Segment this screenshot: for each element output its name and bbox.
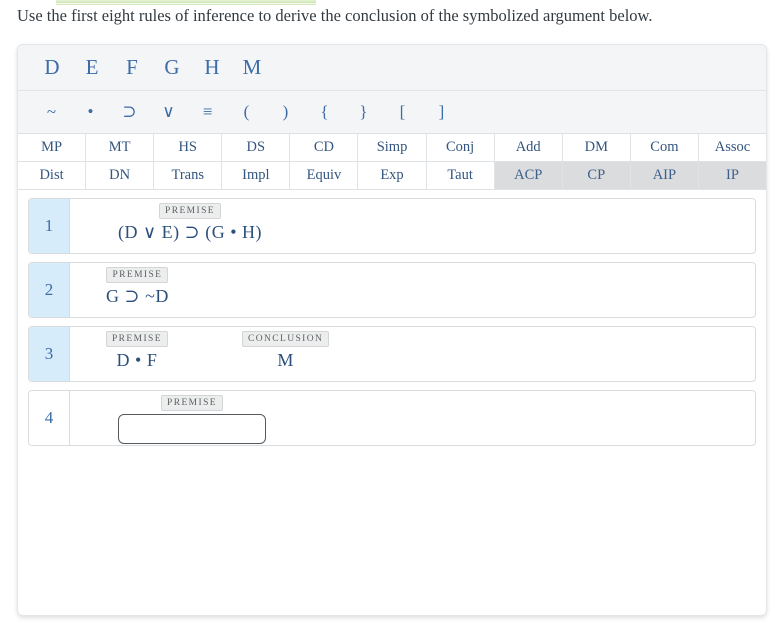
proof-lines-area: 1 PREMISE (D ∨ E) ⊃ (G • H) 2 PREMISE G ⊃ ~D 3… — [18, 190, 766, 464]
symbol-button-wedge-disjunction[interactable]: ∨ — [149, 102, 188, 122]
proof-line-number: 2 — [29, 263, 70, 317]
rule-button-exp[interactable]: Exp — [358, 162, 427, 189]
rule-button-ip: IP — [698, 162, 766, 189]
variables-toolbar: DEFGHM — [18, 45, 766, 91]
proof-slot: CONCLUSION M — [242, 331, 330, 371]
symbol-button-right-bracket[interactable]: ] — [422, 102, 461, 122]
proof-builder-panel: DEFGHM ~ • ⊃ ∨ ≡(){}[] MP MT HS DS CD Simp Conj Add… — [17, 44, 767, 616]
formula-text: D • F — [116, 350, 158, 370]
rule-button-dm[interactable]: DM — [562, 134, 631, 161]
proof-line-number: 3 — [29, 327, 70, 381]
rule-button-taut[interactable]: Taut — [426, 162, 495, 189]
rule-button-conj[interactable]: Conj — [426, 134, 495, 161]
rule-button-dn[interactable]: DN — [86, 162, 155, 189]
formula-input[interactable] — [118, 414, 266, 444]
proof-line-body: PREMISE G ⊃ ~D — [70, 263, 755, 317]
rule-button-trans[interactable]: Trans — [154, 162, 223, 189]
rule-button-mp[interactable]: MP — [18, 134, 87, 161]
proof-line-body: PREMISE — [70, 391, 755, 445]
rule-button-ds[interactable]: DS — [222, 134, 291, 161]
proof-line: 2 PREMISE G ⊃ ~D — [28, 262, 756, 318]
variable-button-g[interactable]: G — [152, 55, 192, 80]
variable-button-e[interactable]: E — [72, 55, 112, 80]
symbol-button-triple-bar-equivalence[interactable]: ≡ — [188, 102, 227, 122]
proof-line: 1 PREMISE (D ∨ E) ⊃ (G • H) — [28, 198, 756, 254]
symbol-button-dot-conjunction[interactable]: • — [71, 102, 110, 122]
proof-line-number: 4 — [29, 391, 70, 445]
formula-text: G ⊃ ~D — [106, 286, 169, 306]
rule-button-impl[interactable]: Impl — [222, 162, 291, 189]
proof-slot: PREMISE G ⊃ ~D — [106, 267, 169, 307]
rule-button-mt[interactable]: MT — [86, 134, 155, 161]
rule-button-assoc[interactable]: Assoc — [698, 134, 766, 161]
formula-text: M — [277, 350, 294, 370]
rule-button-acp: ACP — [494, 162, 563, 189]
proof-slot: PREMISE D • F — [106, 331, 168, 371]
symbol-button-left-paren[interactable]: ( — [227, 102, 266, 122]
formula-text: (D ∨ E) ⊃ (G • H) — [118, 222, 263, 242]
proof-slot: PREMISE — [118, 395, 266, 444]
slot-badge: CONCLUSION — [242, 331, 330, 347]
proof-line-number: 1 — [29, 199, 70, 253]
rule-button-com[interactable]: Com — [630, 134, 699, 161]
proof-slot: PREMISE (D ∨ E) ⊃ (G • H) — [118, 203, 262, 243]
variable-button-d[interactable]: D — [32, 55, 72, 80]
rule-button-cp: CP — [562, 162, 631, 189]
proof-line-body: PREMISE (D ∨ E) ⊃ (G • H) — [70, 199, 755, 253]
proof-line-body: PREMISE D • F CONCLUSION M — [70, 327, 755, 381]
slot-badge: PREMISE — [106, 267, 169, 283]
symbol-button-left-brace[interactable]: { — [305, 102, 344, 122]
slot-badge: PREMISE — [106, 331, 168, 347]
rule-button-equiv[interactable]: Equiv — [290, 162, 359, 189]
symbol-button-tilde-negation[interactable]: ~ — [32, 102, 71, 122]
rule-button-hs[interactable]: HS — [154, 134, 223, 161]
rules-toolbar-row-1: MP MT HS DS CD Simp Conj Add DM Com Assoc — [18, 134, 766, 162]
instruction-text: Use the first eight rules of inference t… — [17, 6, 653, 25]
slot-badge: PREMISE — [161, 395, 223, 411]
proof-line: 3 PREMISE D • F CONCLUSION M — [28, 326, 756, 382]
variable-button-h[interactable]: H — [192, 55, 232, 80]
rule-button-dist[interactable]: Dist — [18, 162, 87, 189]
variable-button-f[interactable]: F — [112, 55, 152, 80]
rule-button-cd[interactable]: CD — [290, 134, 359, 161]
rules-toolbar-row-2: Dist DN Trans Impl Equiv Exp Taut ACP CP AIP IP — [18, 162, 766, 190]
symbol-button-left-bracket[interactable]: [ — [383, 102, 422, 122]
rule-button-add[interactable]: Add — [494, 134, 563, 161]
rule-button-simp[interactable]: Simp — [358, 134, 427, 161]
variable-button-m[interactable]: M — [232, 55, 272, 80]
symbol-button-right-paren[interactable]: ) — [266, 102, 305, 122]
symbol-button-right-brace[interactable]: } — [344, 102, 383, 122]
symbol-button-horseshoe-implication[interactable]: ⊃ — [110, 102, 149, 122]
symbols-toolbar: ~ • ⊃ ∨ ≡(){}[] — [18, 91, 766, 134]
slot-badge: PREMISE — [159, 203, 221, 219]
proof-line: 4 PREMISE — [28, 390, 756, 446]
rule-button-aip: AIP — [630, 162, 699, 189]
